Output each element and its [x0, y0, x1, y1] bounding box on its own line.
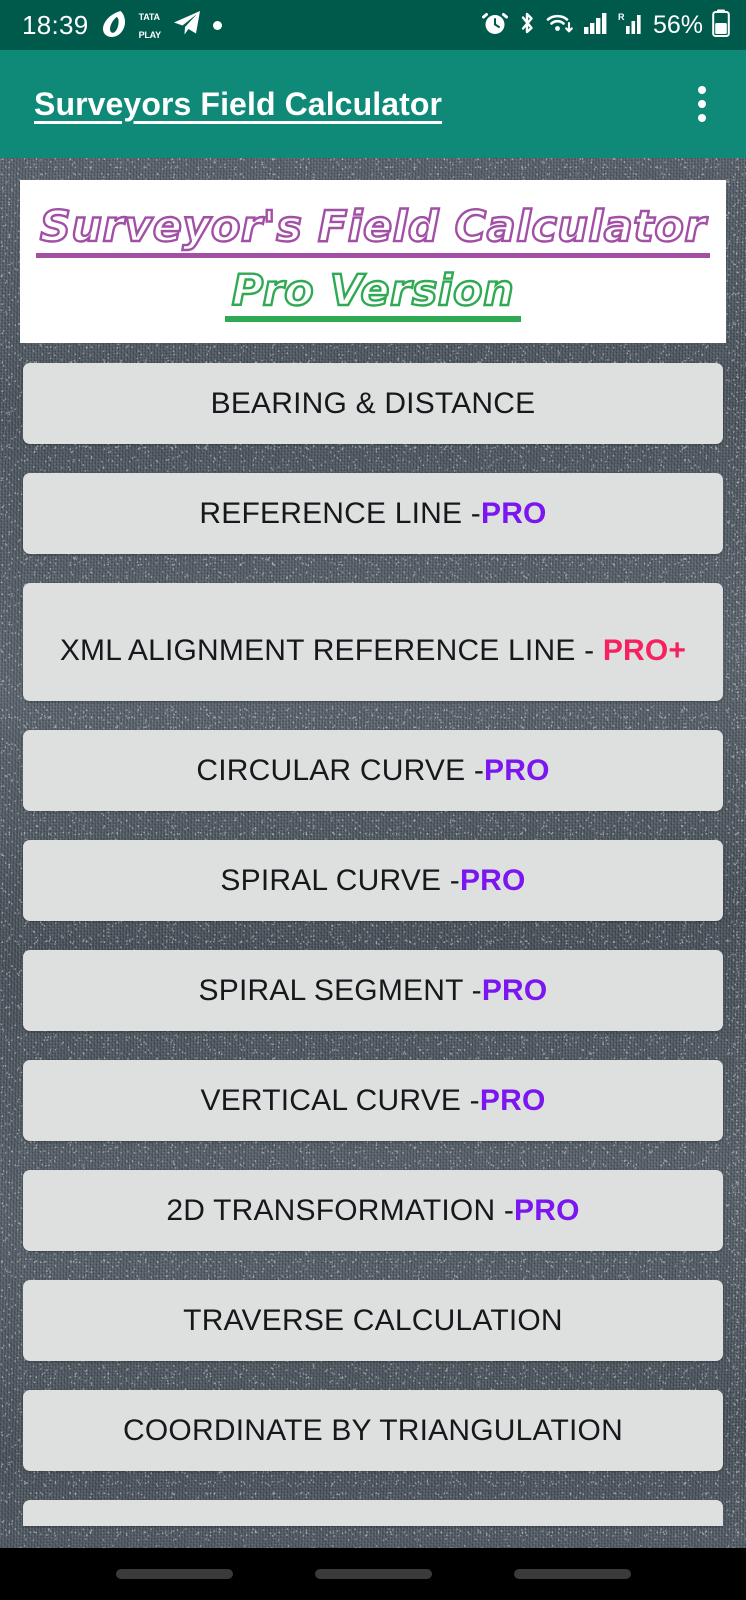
- menu-button-xml-alignment-reference-line[interactable]: XML ALIGNMENT REFERENCE LINE - PRO+: [23, 583, 723, 701]
- banner-title-line2: Pro Version: [231, 265, 515, 316]
- menu-button-traverse-calculation[interactable]: TRAVERSE CALCULATION: [23, 1280, 723, 1361]
- menu-button-spiral-segment[interactable]: SPIRAL SEGMENT - PRO: [23, 950, 723, 1031]
- battery-icon: [712, 9, 730, 42]
- page-title: Surveyors Field Calculator: [34, 85, 443, 122]
- tata-play-line2: PLAY: [138, 30, 162, 40]
- menu-button-label: VERTICAL CURVE -: [200, 1084, 480, 1117]
- pro-badge: PRO: [459, 864, 526, 897]
- back-button[interactable]: [513, 1569, 631, 1579]
- app-bar: Surveyors Field Calculator: [0, 50, 746, 158]
- status-bar: 18:39 TATA PLAY R 56%: [0, 0, 746, 50]
- telegram-icon: [172, 9, 202, 42]
- main-content: Surveyor's Field Calculator Pro Version …: [0, 158, 746, 1600]
- pro-plus-badge: PRO+: [602, 633, 687, 667]
- app-screen: 18:39 TATA PLAY R 56% Surveyors Field Ca…: [0, 0, 746, 1600]
- banner-title-line1: Surveyor's Field Calculator: [39, 201, 707, 252]
- recents-button[interactable]: [115, 1569, 233, 1579]
- battery-percent-label: 56%: [652, 10, 703, 39]
- bluetooth-icon: [517, 10, 537, 41]
- menu-button-label: COORDINATE BY TRIANGULATION: [123, 1414, 623, 1447]
- menu-button-label: XML ALIGNMENT REFERENCE LINE -: [59, 633, 603, 667]
- home-button[interactable]: [314, 1569, 432, 1579]
- pro-badge: PRO: [480, 497, 547, 530]
- tata-play-line1: TATA: [138, 12, 160, 22]
- menu-button-2d-transformation[interactable]: 2D TRANSFORMATION - PRO: [23, 1170, 723, 1251]
- pro-badge: PRO: [484, 754, 550, 787]
- menu-button-list: BEARING & DISTANCE REFERENCE LINE - PRO …: [0, 363, 746, 1526]
- menu-button-spiral-curve[interactable]: SPIRAL CURVE - PRO: [23, 840, 723, 921]
- tata-play-icon: TATA PLAY: [138, 7, 162, 43]
- menu-button-label: TRAVERSE CALCULATION: [183, 1304, 563, 1337]
- app-logo-banner: Surveyor's Field Calculator Pro Version: [20, 180, 726, 343]
- menu-button-label: BEARING & DISTANCE: [210, 387, 536, 420]
- banner-underline-green: [225, 315, 521, 322]
- pro-badge: PRO: [514, 1194, 580, 1227]
- menu-button-label: 2D TRANSFORMATION -: [166, 1194, 515, 1227]
- signal-bars-icon: [583, 11, 609, 40]
- svg-text:R: R: [618, 12, 625, 22]
- overflow-menu-icon[interactable]: [680, 74, 724, 134]
- menu-button-bearing-distance[interactable]: BEARING & DISTANCE: [23, 363, 723, 444]
- alarm-icon: [481, 10, 508, 41]
- menu-button-next-partially-visible[interactable]: [23, 1500, 723, 1526]
- airtel-logo-icon: [100, 8, 128, 43]
- pro-badge: PRO: [479, 1084, 546, 1117]
- menu-button-vertical-curve[interactable]: VERTICAL CURVE - PRO: [23, 1060, 723, 1141]
- wifi-icon: [546, 10, 574, 41]
- menu-button-label: SPIRAL SEGMENT -: [198, 974, 482, 1007]
- status-clock: 18:39: [22, 10, 89, 40]
- dot-icon: [212, 20, 222, 30]
- pro-badge: PRO: [481, 974, 548, 1007]
- menu-button-reference-line[interactable]: REFERENCE LINE - PRO: [23, 473, 723, 554]
- menu-button-label: CIRCULAR CURVE -: [196, 754, 485, 787]
- roaming-signal-icon: R: [618, 11, 644, 40]
- status-bar-right: R 56%: [481, 9, 730, 42]
- status-bar-left: 18:39 TATA PLAY: [22, 7, 222, 43]
- banner-underline-purple: [36, 252, 710, 258]
- menu-button-circular-curve[interactable]: CIRCULAR CURVE - PRO: [23, 730, 723, 811]
- menu-button-label: SPIRAL CURVE -: [220, 864, 460, 897]
- system-navigation-bar: [0, 1548, 746, 1600]
- menu-button-coordinate-by-triangulation[interactable]: COORDINATE BY TRIANGULATION: [23, 1390, 723, 1471]
- menu-button-label: REFERENCE LINE -: [199, 497, 481, 530]
